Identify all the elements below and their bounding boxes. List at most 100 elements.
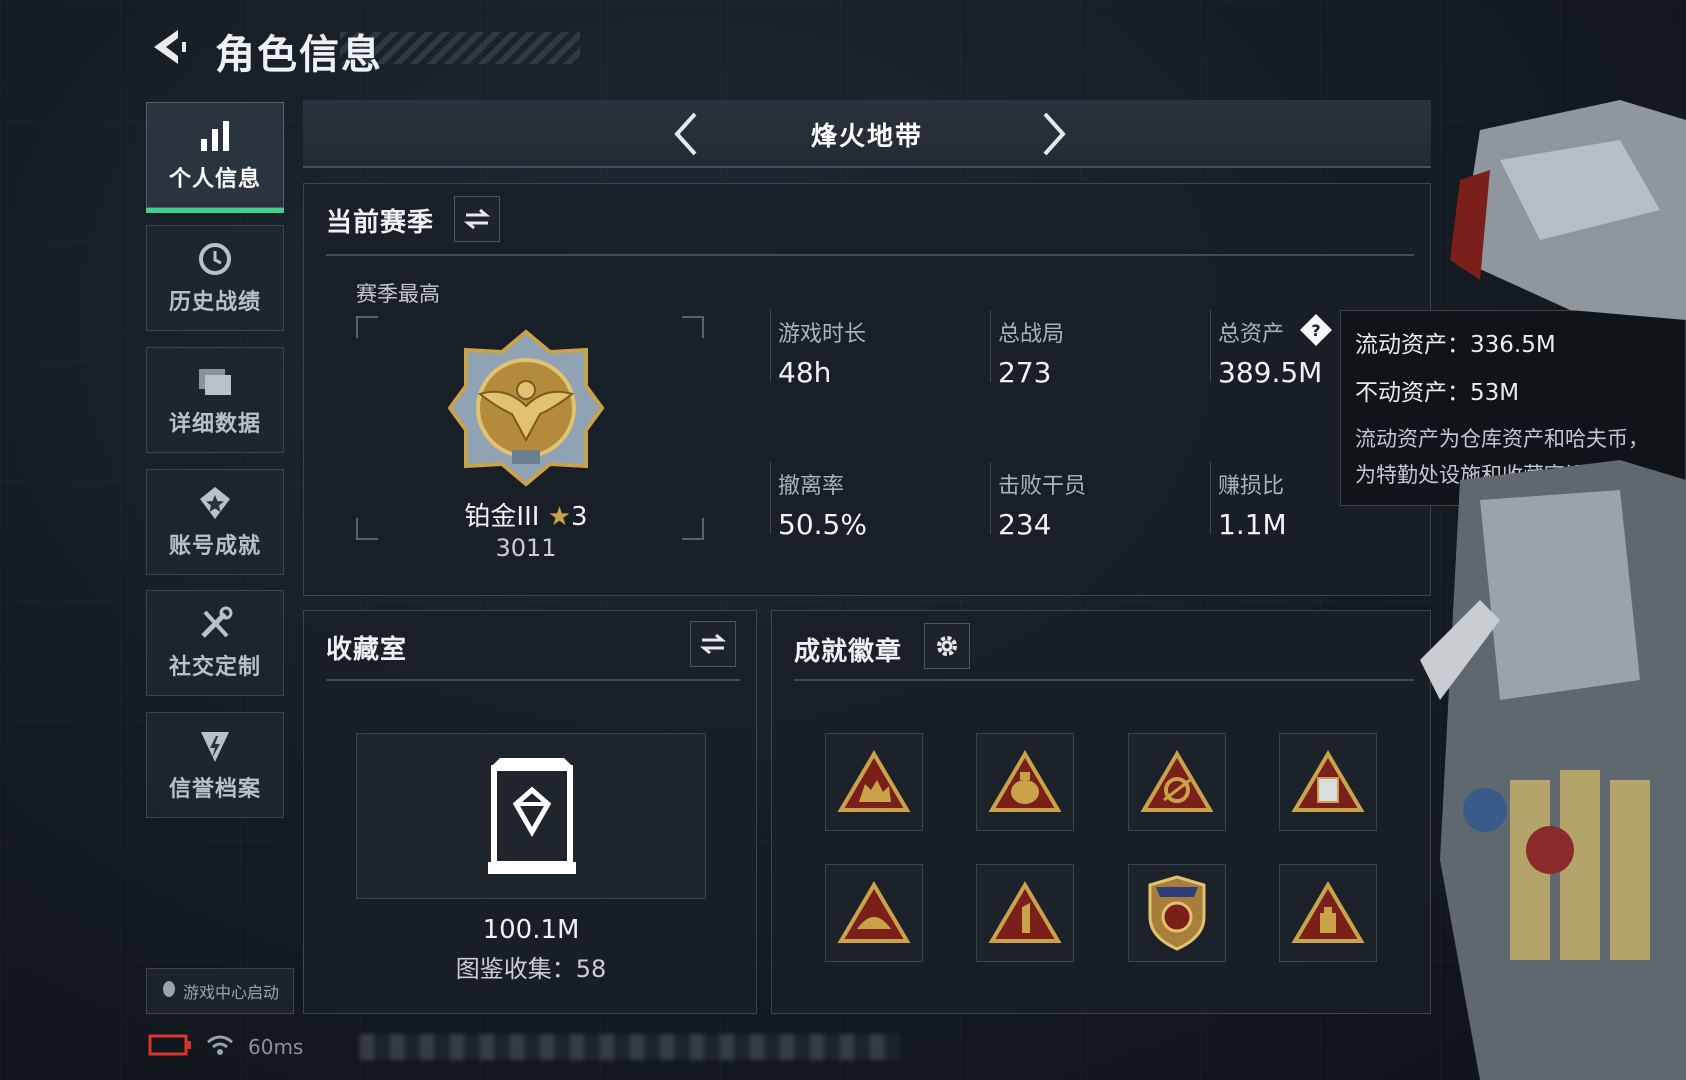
sidebar-item-achievements[interactable]: 账号成就: [146, 469, 284, 575]
sidebar-item-social[interactable]: 社交定制: [146, 590, 284, 696]
stat-divider: [990, 310, 991, 382]
number-one-badge-icon: [988, 881, 1062, 943]
frame-corner: [356, 518, 378, 540]
badge-slot[interactable]: [1279, 864, 1377, 962]
display-case-icon: [484, 756, 580, 876]
stat-divider: [770, 310, 771, 382]
sidebar-item-label: 账号成就: [168, 534, 261, 559]
mode-title: 烽火地带: [810, 122, 923, 152]
stat-divider: [1210, 310, 1211, 382]
battery-icon: [148, 1034, 192, 1060]
stat-value: 48h: [778, 356, 832, 389]
help-icon: ?: [1300, 314, 1332, 346]
sidebar-item-label: 信誉档案: [168, 777, 261, 802]
badges-panel-title: 成就徽章: [794, 637, 903, 667]
rank-emblem-icon: [446, 328, 606, 488]
stat-value: 234: [998, 508, 1052, 541]
season-switch-button[interactable]: [454, 196, 500, 242]
rank-name-row: 铂金III ★3: [414, 496, 638, 533]
svg-text:?: ?: [1311, 321, 1320, 340]
stat-divider: [770, 462, 771, 534]
badge-slot[interactable]: [1128, 864, 1226, 962]
stat-label: 击败干员: [998, 474, 1087, 499]
badge-slot[interactable]: [825, 864, 923, 962]
asset-help-button[interactable]: ?: [1298, 312, 1334, 348]
badges-panel: 成就徽章: [771, 610, 1431, 1014]
money-bag-badge-icon: [988, 750, 1062, 812]
mode-next-button[interactable]: [1027, 108, 1079, 160]
badges-settings-button[interactable]: [924, 623, 970, 669]
frame-corner: [682, 518, 704, 540]
swap-icon: [700, 633, 726, 655]
collection-panel-title: 收藏室: [326, 635, 408, 665]
chevron-right-icon: [1043, 112, 1066, 156]
badge-slot[interactable]: [1279, 733, 1377, 831]
sidebar-item-details[interactable]: 详细数据: [146, 347, 284, 453]
season-best-label: 赛季最高: [356, 282, 440, 306]
wifi-icon: [206, 1034, 234, 1060]
operator-character-art: [1420, 60, 1686, 1080]
blurred-info: [360, 1034, 900, 1060]
season-divider: [326, 254, 1414, 256]
sidebar-item-label: 个人信息: [168, 167, 261, 192]
qq-launch-button[interactable]: 游戏中心启动: [146, 968, 294, 1014]
mode-selector: 烽火地带: [303, 100, 1431, 168]
sidebar-item-label: 详细数据: [168, 412, 261, 437]
credit-shield-icon: [196, 727, 234, 765]
shield-emblem-badge-icon: [1148, 875, 1206, 951]
qq-launch-label: 游戏中心启动: [182, 983, 279, 1002]
frame-corner: [682, 316, 704, 338]
stat-label: 赚损比: [1218, 474, 1285, 499]
stat-divider: [990, 462, 991, 534]
achievement-star-icon: [196, 484, 234, 522]
folder-icon: [196, 362, 234, 400]
page-title: 角色信息: [215, 32, 383, 78]
swap-icon: [464, 208, 490, 230]
frame-corner: [356, 316, 378, 338]
collection-divider: [326, 679, 740, 681]
collection-catalog: 图鉴收集：58: [455, 955, 607, 983]
stat-label: 撤离率: [778, 474, 845, 499]
collection-panel: 收藏室 100.1M 图鉴收集：58: [303, 610, 757, 1014]
sidebar-item-profile[interactable]: 个人信息: [146, 102, 284, 213]
collection-value: 100.1M: [482, 915, 580, 945]
gold-bar-badge-icon: [1291, 881, 1365, 943]
sidebar-item-history[interactable]: 历史战绩: [146, 225, 284, 331]
history-clock-icon: [196, 240, 234, 278]
stat-value: 389.5M: [1218, 356, 1323, 389]
badge-slot[interactable]: [976, 733, 1074, 831]
badge-slot[interactable]: [976, 864, 1074, 962]
rank-stars: 3: [571, 502, 588, 532]
collection-preview[interactable]: [356, 733, 706, 899]
soldiers-badge-icon: [837, 750, 911, 812]
ping-value: 60ms: [248, 1035, 304, 1059]
badge-slot[interactable]: [825, 733, 923, 831]
collection-switch-button[interactable]: [690, 621, 736, 667]
shell-badge-icon: [837, 881, 911, 943]
bar-chart-icon: [196, 117, 234, 155]
sidebar-item-label: 社交定制: [168, 655, 261, 680]
back-button[interactable]: [148, 26, 190, 68]
compass-badge-icon: [1140, 750, 1214, 812]
stat-value: 1.1M: [1218, 508, 1287, 541]
stat-divider: [1210, 462, 1211, 534]
sidebar-item-credit[interactable]: 信誉档案: [146, 712, 284, 818]
rank-star-icon: ★: [547, 502, 572, 532]
badges-divider: [794, 679, 1414, 681]
stat-label: 总战局: [998, 322, 1065, 347]
status-bar: 60ms: [148, 1034, 303, 1060]
stat-value: 50.5%: [778, 508, 867, 541]
stat-label: 游戏时长: [778, 322, 867, 347]
qq-penguin-icon: [161, 980, 177, 1002]
season-panel: 当前赛季 赛季最高 铂金III ★3 3011 游戏时长 48h 总战局 273…: [303, 183, 1431, 596]
gear-icon: [937, 636, 957, 656]
stat-value: 273: [998, 356, 1052, 389]
rank-score: 3011: [495, 534, 557, 562]
tools-icon: [196, 605, 234, 643]
rank-name: 铂金III: [464, 502, 540, 532]
back-arrow-icon: [154, 30, 186, 64]
sidebar-item-label: 历史战绩: [168, 290, 261, 315]
badge-slot[interactable]: [1128, 733, 1226, 831]
stat-label: 总资产: [1218, 322, 1285, 347]
season-panel-title: 当前赛季: [326, 208, 435, 238]
